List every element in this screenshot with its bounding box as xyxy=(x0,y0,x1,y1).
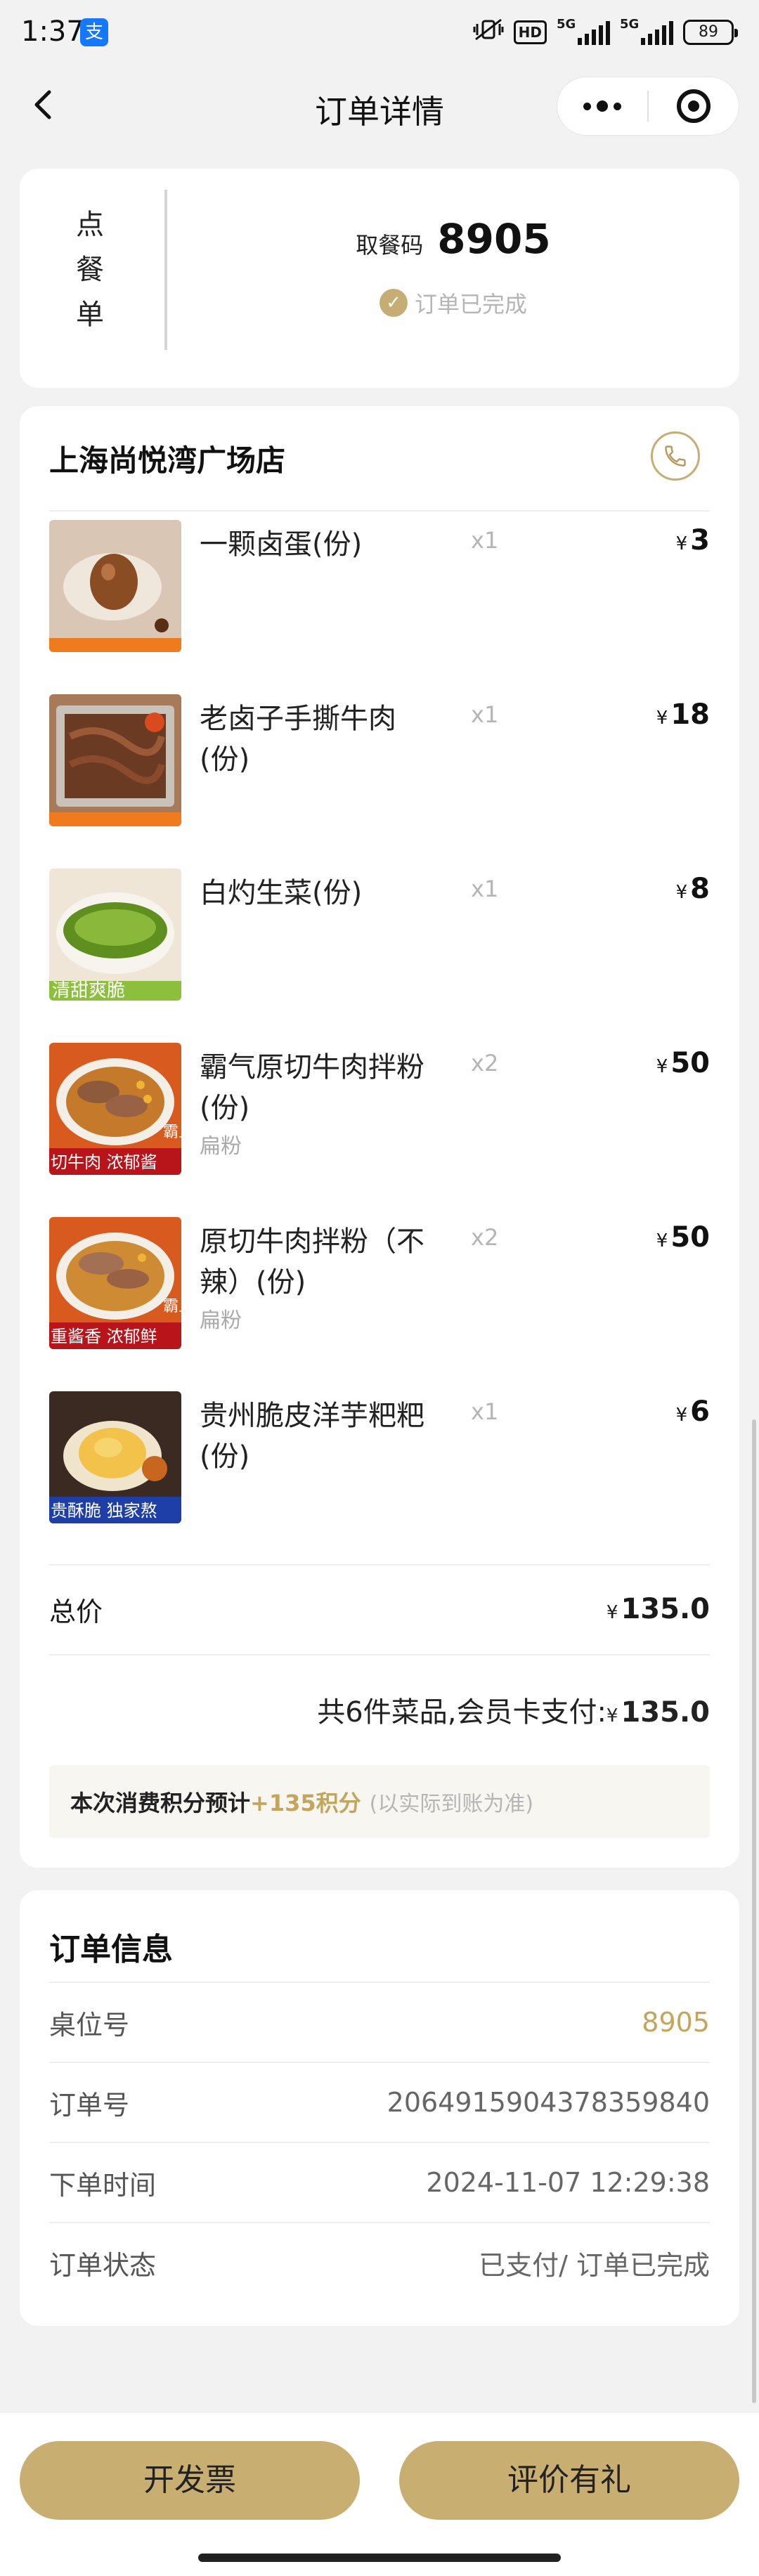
divider xyxy=(49,510,710,512)
signal-icon-2: 5G xyxy=(620,17,673,45)
item-option: 扁粉 xyxy=(200,1308,242,1333)
item-name: 老卤子手撕牛肉(份) xyxy=(200,703,396,776)
pickup-code: 8905 xyxy=(437,215,551,263)
egg-thumbnail xyxy=(49,520,181,652)
order-status-row: ✓ 订单已完成 xyxy=(167,287,739,319)
divider xyxy=(164,190,167,350)
item-qty: x1 xyxy=(471,876,499,902)
svg-text:贵酥脆 独家熬: 贵酥脆 独家熬 xyxy=(51,1501,157,1521)
list-item[interactable]: 重酱香 浓郁鲜霸上 原切牛肉拌粉（不辣）(份) 扁粉 x2 ¥50 xyxy=(49,1217,710,1351)
item-price: ¥6 xyxy=(675,1396,710,1428)
item-qty: x2 xyxy=(471,1050,499,1076)
list-item[interactable]: 切牛肉 浓郁酱霸上 霸气原切牛肉拌粉(份) 扁粉 x2 ¥50 xyxy=(49,1043,710,1176)
phone-icon xyxy=(665,445,686,467)
item-price: ¥50 xyxy=(656,1047,710,1079)
total-label: 总价 xyxy=(49,1596,103,1627)
alipay-icon: 支 xyxy=(80,18,108,46)
list-item[interactable]: 贵酥脆 独家熬 贵州脆皮洋芋粑粑(份) x1 ¥6 xyxy=(49,1391,710,1525)
pickup-code-row: 取餐码 8905 xyxy=(167,215,739,263)
list-item[interactable]: 清甜爽脆 白灼生菜(份) x1 ¥8 xyxy=(49,869,710,1002)
item-name: 原切牛肉拌粉（不辣）(份) xyxy=(200,1225,424,1299)
pickup-code-label: 取餐码 xyxy=(356,232,424,259)
item-qty: x1 xyxy=(471,527,499,554)
item-qty: x2 xyxy=(471,1224,499,1251)
svg-text:重酱香 浓郁鲜: 重酱香 浓郁鲜 xyxy=(51,1327,157,1346)
beef-thumbnail xyxy=(49,694,181,826)
item-price: ¥50 xyxy=(656,1221,710,1254)
svg-text:霸上: 霸上 xyxy=(163,1298,181,1315)
item-name: 霸气原切牛肉拌粉(份) xyxy=(200,1051,424,1124)
mute-vibrate-icon xyxy=(473,17,504,48)
order-number-row: 订单号 2064915904378359840 xyxy=(49,2087,710,2121)
payment-summary: 共6件菜品,会员卡支付:¥ 135.0 xyxy=(317,1696,710,1729)
battery-icon: 89 xyxy=(683,20,738,45)
total-row: 总价 ¥135.0 xyxy=(49,1564,710,1654)
divider xyxy=(49,1654,710,1655)
check-icon: ✓ xyxy=(379,289,408,317)
order-info-card: 订单信息 桌位号 8905 订单号 2064915904378359840 下单时间… xyxy=(20,1890,739,2326)
store-name: 上海尚悦湾广场店 xyxy=(49,443,286,478)
svg-text:切牛肉 浓郁酱: 切牛肉 浓郁酱 xyxy=(51,1152,157,1172)
total-value: ¥135.0 xyxy=(606,1593,710,1625)
status-time: 1:37 xyxy=(21,15,84,48)
item-name: 白灼生菜(份) xyxy=(200,877,363,909)
item-qty: x1 xyxy=(471,701,499,728)
item-price: ¥3 xyxy=(675,524,710,557)
list-item[interactable]: 老卤子手撕牛肉(份) x1 ¥18 xyxy=(49,694,710,828)
svg-text:清甜爽脆: 清甜爽脆 xyxy=(52,980,125,1001)
table-number-row: 桌位号 8905 xyxy=(49,2007,710,2041)
order-status-text: 订单已完成 xyxy=(414,291,527,318)
item-price: ¥18 xyxy=(656,698,710,731)
close-miniapp-button[interactable] xyxy=(649,77,739,135)
signal-icon-1: 5G xyxy=(557,17,610,45)
beef-noodle-mild-thumbnail: 重酱香 浓郁鲜霸上 xyxy=(49,1217,181,1349)
invoice-button[interactable]: 开发票 xyxy=(20,2441,360,2520)
lettuce-thumbnail: 清甜爽脆 xyxy=(49,869,181,1001)
more-button[interactable] xyxy=(557,77,647,135)
call-store-button[interactable] xyxy=(651,431,700,481)
hd-badge: HD xyxy=(513,20,547,44)
list-item[interactable]: 一颗卤蛋(份) x1 ¥3 xyxy=(49,520,710,653)
item-price: ¥8 xyxy=(675,873,710,905)
bottom-action-bar: 开发票 评价有礼 xyxy=(0,2413,759,2576)
order-ticket-label: 点 餐 单 xyxy=(76,209,104,331)
scrollbar[interactable] xyxy=(752,1419,756,2403)
review-button[interactable]: 评价有礼 xyxy=(399,2441,739,2520)
svg-text:霸上: 霸上 xyxy=(163,1124,181,1141)
nav-bar: 订单详情 xyxy=(0,67,759,144)
miniapp-capsule xyxy=(557,77,739,136)
order-status-row: 订单状态 已支付/ 订单已完成 xyxy=(49,2249,710,2281)
potato-cake-thumbnail: 贵酥脆 独家熬 xyxy=(49,1391,181,1523)
home-indicator[interactable] xyxy=(198,2554,561,2562)
pickup-card: 点 餐 单 取餐码 8905 ✓ 订单已完成 xyxy=(20,169,739,388)
item-name: 一颗卤蛋(份) xyxy=(200,528,363,561)
target-icon xyxy=(677,89,711,123)
status-bar: 1:37 支 HD 5G 5G 89 xyxy=(0,0,759,67)
status-icons: HD 5G 5G 89 xyxy=(473,17,738,48)
item-name: 贵州脆皮洋芋粑粑(份) xyxy=(200,1400,424,1473)
item-option: 扁粉 xyxy=(200,1134,242,1159)
item-qty: x1 xyxy=(471,1398,499,1425)
beef-noodle-thumbnail: 切牛肉 浓郁酱霸上 xyxy=(49,1043,181,1175)
order-time-row: 下单时间 2024-11-07 12:29:38 xyxy=(49,2167,710,2201)
points-estimate: 本次消费积分预计 +135积分 (以实际到账为准) xyxy=(49,1765,710,1838)
order-info-title: 订单信息 xyxy=(49,1932,173,1967)
order-items-card: 上海尚悦湾广场店 一颗卤蛋(份) x1 ¥3 老卤子手撕牛肉(份) x1 ¥18… xyxy=(20,406,739,1868)
